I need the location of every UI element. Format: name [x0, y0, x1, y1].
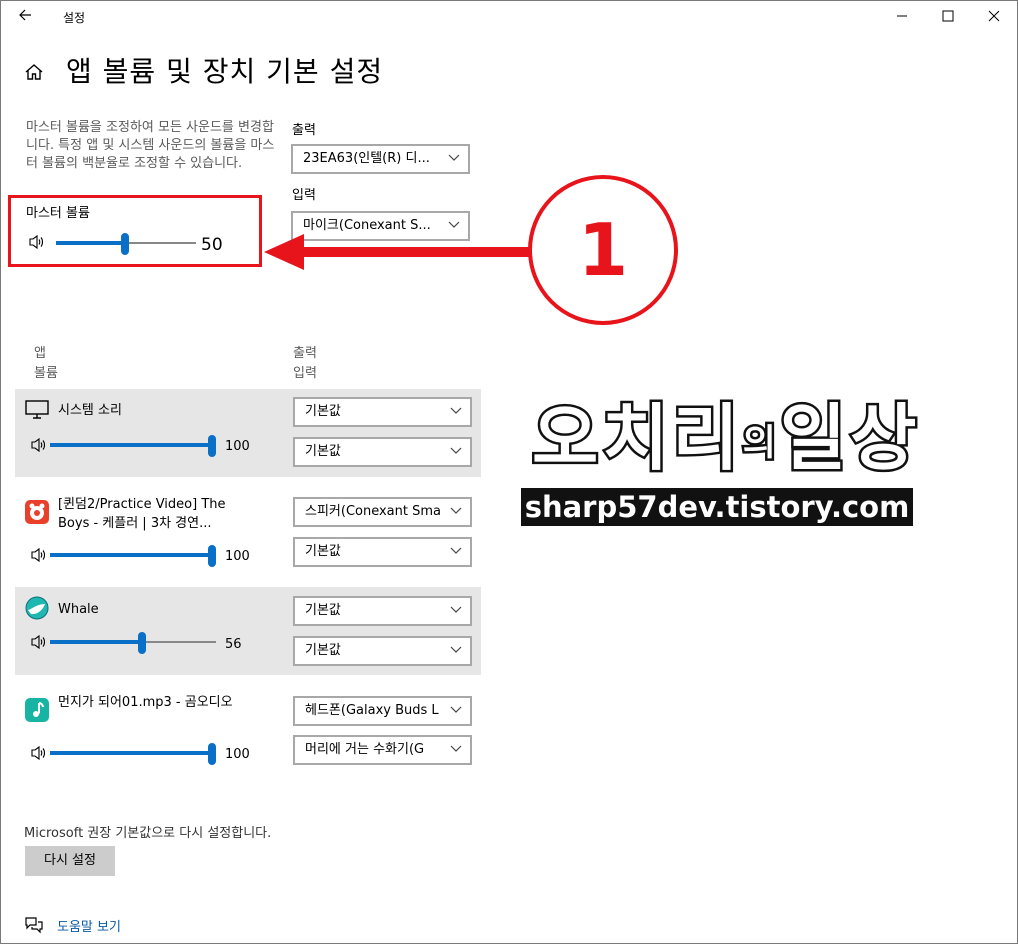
chevron-down-icon [450, 499, 462, 525]
help-label: 도움말 보기 [57, 920, 121, 935]
annotation-arrow [264, 234, 532, 270]
chevron-down-icon [450, 399, 462, 425]
watermark-title: 오치리의일상 [530, 396, 921, 481]
output-device-dropdown[interactable]: 23EA63(인텔(R) 디... [291, 144, 470, 174]
dropdown-value: 기본값 [305, 643, 341, 658]
music-note-icon [25, 698, 49, 722]
dropdown-value: 기본값 [305, 444, 341, 459]
minimize-button[interactable] [880, 4, 924, 30]
chevron-down-icon [450, 439, 462, 465]
app-output-dropdown[interactable]: 기본값 [293, 397, 472, 427]
speaker-icon [30, 745, 48, 765]
column-header-device: 출력 입력 [293, 346, 317, 381]
app-output-dropdown[interactable]: 스피커(Conexant Sma [293, 497, 472, 527]
monitor-icon [25, 400, 49, 424]
app-name: 시스템 소리 [58, 403, 122, 418]
dropdown-value: 기본값 [305, 603, 341, 618]
output-label: 출력 [292, 123, 316, 138]
title-bar: 설정 [0, 0, 1018, 34]
app-input-dropdown[interactable]: 기본값 [293, 437, 472, 467]
chevron-down-icon [450, 737, 462, 763]
column-header-app: 앱 볼륨 [34, 346, 58, 381]
app-volume-slider[interactable] [50, 632, 216, 654]
app-name: Whale [58, 602, 99, 617]
master-volume-thumb[interactable] [121, 233, 129, 255]
whale-browser-icon [25, 596, 49, 624]
app-input-dropdown[interactable]: 기본값 [293, 537, 472, 567]
dropdown-value: 헤드폰(Galaxy Buds L [305, 703, 439, 718]
annotation-circle: 1 [528, 175, 678, 325]
dropdown-value: 머리에 거는 수화기(G [305, 742, 425, 757]
app-name: [퀸덤2/Practice Video] The Boys - 케플러 | 3차… [58, 497, 226, 531]
dropdown-value: 기본값 [305, 404, 341, 419]
maximize-button[interactable] [926, 4, 970, 30]
annotation-number: 1 [577, 208, 629, 292]
chevron-down-icon [450, 638, 462, 664]
watermark-url: sharp57dev.tistory.com [521, 488, 913, 526]
speaker-icon [30, 437, 48, 457]
app-volume-thumb[interactable] [138, 632, 146, 654]
app-volume-value: 100 [225, 747, 250, 762]
app-volume-thumb[interactable] [208, 435, 216, 457]
master-volume-label: 마스터 볼륨 [26, 206, 90, 221]
chevron-down-icon [450, 698, 462, 724]
speaker-icon [28, 234, 46, 254]
home-icon[interactable] [24, 62, 44, 86]
app-output-dropdown[interactable]: 헤드폰(Galaxy Buds L [293, 696, 472, 726]
app-output-dropdown[interactable]: 기본값 [293, 596, 472, 626]
window-title: 설정 [63, 11, 86, 25]
app-name: 먼지가 되어01.mp3 - 곰오디오 [58, 695, 233, 710]
speaker-icon [30, 547, 48, 567]
close-button[interactable] [972, 4, 1016, 30]
chevron-down-icon [450, 539, 462, 565]
input-label: 입력 [292, 188, 316, 203]
help-chat-icon [24, 916, 44, 938]
master-description: 마스터 볼륨을 조정하여 모든 사운드를 변경합니다. 특정 앱 및 시스템 사… [26, 120, 275, 171]
app-volume-slider[interactable] [50, 435, 216, 457]
reset-note: Microsoft 권장 기본값으로 다시 설정합니다. [24, 826, 272, 841]
app-volume-slider[interactable] [50, 743, 216, 765]
arrow-left-icon[interactable] [12, 6, 38, 28]
master-volume-value: 50 [201, 235, 223, 255]
app-volume-thumb[interactable] [208, 545, 216, 567]
app-volume-value: 100 [225, 439, 250, 454]
app-input-dropdown[interactable]: 머리에 거는 수화기(G [293, 735, 472, 765]
reset-button[interactable]: 다시 설정 [25, 846, 115, 876]
chevron-down-icon [448, 146, 460, 172]
app-volume-thumb[interactable] [208, 743, 216, 765]
speaker-icon [30, 634, 48, 654]
app-volume-value: 56 [225, 637, 242, 652]
chevron-down-icon [450, 598, 462, 624]
gom-player-icon [25, 500, 49, 524]
dropdown-value: 기본값 [305, 544, 341, 559]
app-volume-slider[interactable] [50, 545, 216, 567]
output-device-value: 23EA63(인텔(R) 디... [303, 151, 430, 166]
master-volume-slider[interactable] [56, 233, 196, 255]
dropdown-value: 스피커(Conexant Sma [305, 504, 442, 519]
app-volume-value: 100 [225, 549, 250, 564]
app-input-dropdown[interactable]: 기본값 [293, 636, 472, 666]
page-title: 앱 볼륨 및 장치 기본 설정 [66, 55, 384, 88]
